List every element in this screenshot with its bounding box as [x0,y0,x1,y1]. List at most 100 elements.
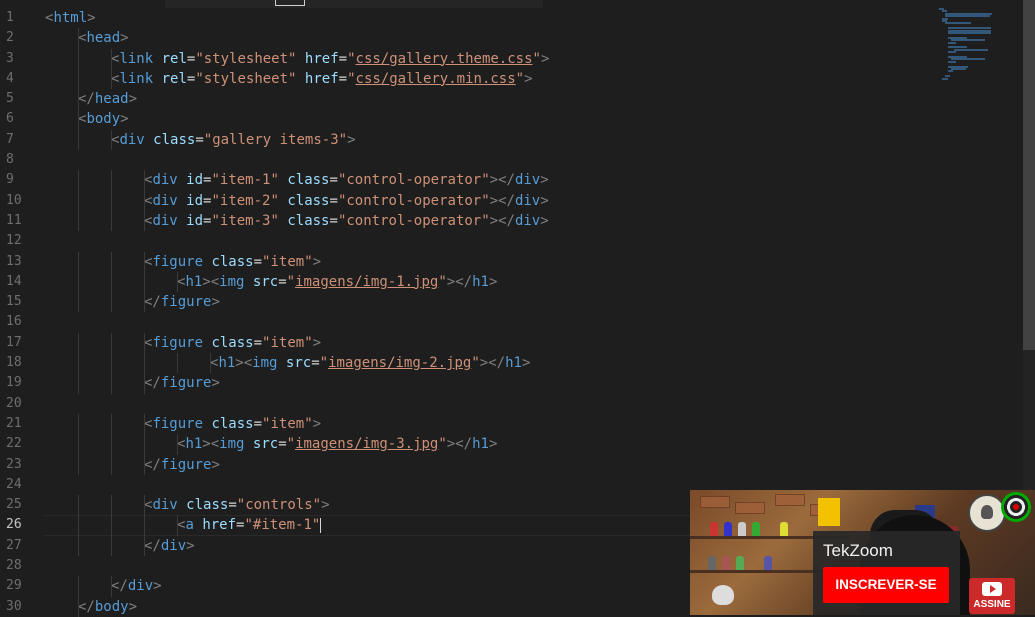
code-token: "control-operator" [337,192,490,209]
code-token: href [304,50,339,67]
code-line[interactable] [45,394,925,414]
code-line[interactable]: <div id="item-2" class="control-operator… [45,190,925,211]
code-content: <div id="item-3" class="control-operator… [45,213,549,229]
code-token: " [347,70,356,87]
code-token: html [53,10,88,26]
figurine [724,522,732,536]
code-token: " [347,50,356,67]
line-number-gutter: 1 2 3 4 5 6 7 8 9 10 11 12 13 14 15 16 17 18 19 20 21 22 23 24 2… [0,8,40,617]
wall-brick [700,496,730,508]
code-token: h1 [185,273,203,290]
indent-guide [78,129,79,151]
code-line[interactable]: <head> [45,28,925,49]
code-line[interactable]: <h1><img src="imagens/img-1.jpg"></h1> [45,271,925,293]
scrollbar-thumb[interactable] [1023,0,1035,350]
code-token: div [152,192,178,209]
assine-badge[interactable]: ASSINE [969,578,1015,614]
code-line[interactable]: <html> [45,8,925,28]
code-token: > [120,111,129,128]
code-content: </figure> [45,294,220,310]
code-line[interactable]: <figure class="item"> [45,251,925,272]
line-number: 22 [6,436,22,452]
code-line[interactable]: <div id="item-3" class="control-operator… [45,210,925,232]
code-token: div [514,192,541,209]
code-line[interactable]: <figure class="item"> [45,413,925,435]
code-token: h1 [218,355,236,372]
code-content: </div> [45,538,195,554]
code-token: "gallery items-3" [203,131,348,148]
code-line[interactable]: </head> [45,89,925,110]
code-line[interactable] [45,231,925,251]
code-content: <h1><img src="imagens/img-1.jpg"></h1> [45,274,497,290]
code-token: head [86,30,121,47]
code-token: body [94,598,129,615]
code-content: <div class="controls"> [45,497,330,513]
code-token: > [488,273,498,290]
code-token: > [312,253,322,270]
code-content: <div class="gallery items-3"> [45,132,356,148]
code-line[interactable]: <link rel="stylesheet" href="css/gallery… [45,48,925,69]
code-content: <div id="item-2" class="control-operator… [45,193,549,209]
line-number: 29 [6,578,22,594]
code-token: figure [152,334,204,351]
code-token: ></ [446,273,473,290]
code-line[interactable]: <link rel="stylesheet" href="css/gallery… [45,68,925,90]
code-token: id [186,172,204,189]
code-token: > [540,192,549,209]
code-line[interactable]: <body> [45,109,925,130]
code-token: = [329,192,338,209]
figurine [764,556,772,570]
code-token: "control-operator" [337,212,490,229]
indent-guide [78,68,79,90]
code-token: rel [161,50,187,67]
subscribe-button[interactable]: INSCREVER-SE [823,567,949,603]
code-line[interactable] [45,150,925,170]
code-content: <h1><img src="imagens/img-2.jpg"></h1> [45,355,530,371]
code-token: > [321,497,330,514]
figurine [708,556,716,570]
code-token: imagens/img-2.jpg [328,355,472,372]
code-token: h1 [472,436,489,453]
code-line[interactable]: <h1><img src="imagens/img-2.jpg"></h1> [45,353,925,374]
code-token: class [211,334,254,351]
indent-guide [144,332,145,354]
indent-guide [78,251,79,272]
code-line[interactable]: <div class="gallery items-3"> [45,129,925,151]
line-number: 4 [6,70,14,86]
code-line[interactable]: </figure> [45,373,925,394]
code-token: div [119,131,145,148]
code-token: = [329,172,338,189]
line-number: 16 [6,314,22,330]
code-token: body [86,111,121,128]
indent-guide [111,129,112,151]
indent-guide [111,251,112,272]
minimap[interactable] [939,8,1019,88]
code-token: "control-operator" [337,172,490,189]
code-token: class [186,497,229,514]
code-line[interactable]: </figure> [45,292,925,313]
indent-guide [177,434,178,455]
indent-guide [78,515,79,536]
code-token: > [211,456,220,473]
code-token: "item" [262,334,313,351]
code-token: "item-1" [211,172,279,189]
code-token: ></ [479,355,506,372]
code-line[interactable]: <div id="item-1" class="control-operator… [45,170,925,191]
line-number: 2 [6,30,14,46]
code-line[interactable]: <figure class="item"> [45,332,925,354]
code-content: </figure> [45,375,220,391]
code-token: h1 [185,436,203,453]
indent-guide [78,373,79,394]
indent-guide [144,495,145,516]
code-line[interactable] [45,312,925,332]
indent-guide [177,353,178,374]
indent-guide [144,434,145,455]
line-number: 19 [6,375,22,391]
code-line[interactable]: <h1><img src="imagens/img-3.jpg"></h1> [45,434,925,455]
indent-guide [144,454,145,475]
code-line[interactable]: </figure> [45,454,925,475]
line-number: 1 [6,10,14,25]
